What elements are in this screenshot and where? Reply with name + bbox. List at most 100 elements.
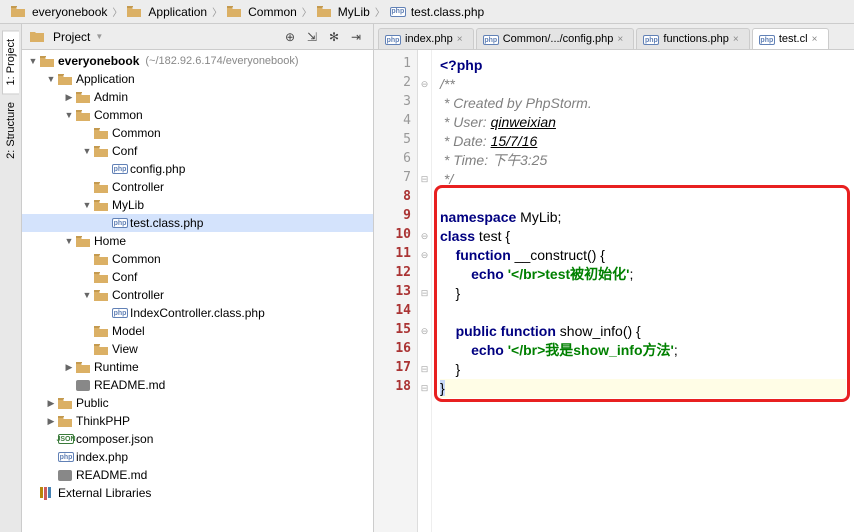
tree-item[interactable]: phpIndexController.class.php <box>22 304 373 322</box>
fold-mark[interactable] <box>418 94 431 113</box>
tree-item[interactable]: ▼Controller <box>22 286 373 304</box>
tree-arrow-icon[interactable]: ▼ <box>28 56 38 66</box>
tree-arrow-icon[interactable]: ▼ <box>64 110 74 120</box>
project-tree[interactable]: ▼everyonebook(~/182.92.6.174/everyoneboo… <box>22 50 373 532</box>
tree-arrow-icon[interactable]: ▼ <box>82 290 92 300</box>
tree-item[interactable]: ▼everyonebook(~/182.92.6.174/everyoneboo… <box>22 52 373 70</box>
tree-item[interactable]: ▼Common <box>22 106 373 124</box>
tree-item[interactable]: ▼Conf <box>22 142 373 160</box>
close-icon[interactable]: × <box>733 34 743 44</box>
code-editor[interactable]: <?php /** * Created by PhpStorm. * User:… <box>432 50 854 532</box>
tree-arrow-icon[interactable]: ▶ <box>64 92 74 102</box>
collapse-all-icon[interactable]: ⇲ <box>307 30 321 44</box>
tree-label: IndexController.class.php <box>130 306 265 320</box>
tree-arrow-icon[interactable]: ▼ <box>82 146 92 156</box>
settings-icon[interactable]: ✻ <box>329 30 343 44</box>
breadcrumb-item[interactable]: Common <box>224 4 300 20</box>
breadcrumb-item[interactable]: MyLib <box>314 4 373 20</box>
tree-item[interactable]: Conf <box>22 268 373 286</box>
php-icon: php <box>643 33 659 46</box>
fold-gutter[interactable]: ⊖⊟⊖⊖⊟⊖⊟⊟ <box>418 50 432 532</box>
line-number: 8 <box>374 189 417 208</box>
tree-item[interactable]: README.md <box>22 466 373 484</box>
fold-mark[interactable] <box>418 208 431 227</box>
tree-item[interactable]: Common <box>22 250 373 268</box>
editor-tab[interactable]: phpindex.php× <box>378 28 474 50</box>
fold-mark[interactable]: ⊟ <box>418 379 431 398</box>
breadcrumb-item[interactable]: everyonebook <box>8 4 110 20</box>
line-number: 14 <box>374 303 417 322</box>
fold-mark[interactable] <box>418 132 431 151</box>
php-icon: php <box>759 33 775 46</box>
lib-icon <box>40 487 54 499</box>
fold-mark[interactable]: ⊖ <box>418 75 431 94</box>
fold-mark[interactable]: ⊟ <box>418 360 431 379</box>
fold-mark[interactable] <box>418 265 431 284</box>
folder-icon <box>94 289 108 301</box>
tree-item[interactable]: ▶Runtime <box>22 358 373 376</box>
tree-item[interactable]: phpconfig.php <box>22 160 373 178</box>
line-number: 13 <box>374 284 417 303</box>
tree-item[interactable]: JSONcomposer.json <box>22 430 373 448</box>
line-number: 3 <box>374 94 417 113</box>
folder-icon <box>76 361 90 373</box>
tree-label: everyonebook <box>58 54 139 68</box>
fold-mark[interactable]: ⊟ <box>418 284 431 303</box>
scroll-from-source-icon[interactable]: ⊕ <box>285 30 299 44</box>
breadcrumb-separator: 〉 <box>300 4 314 19</box>
editor-tab[interactable]: phpfunctions.php× <box>636 28 749 50</box>
line-number: 10 <box>374 227 417 246</box>
tree-item[interactable]: External Libraries <box>22 484 373 502</box>
editor-tabs: phpindex.php×phpCommon/.../config.php×ph… <box>374 24 854 50</box>
tree-item[interactable]: Controller <box>22 178 373 196</box>
close-icon[interactable]: × <box>457 34 467 44</box>
fold-mark[interactable] <box>418 303 431 322</box>
tree-arrow-icon[interactable]: ▼ <box>64 236 74 246</box>
tree-item[interactable]: ▶Admin <box>22 88 373 106</box>
close-icon[interactable]: × <box>812 34 822 44</box>
tab-structure[interactable]: 2: Structure <box>3 94 19 167</box>
fold-mark[interactable]: ⊖ <box>418 246 431 265</box>
tree-arrow-icon[interactable]: ▶ <box>46 398 56 408</box>
tree-item[interactable]: ▼Application <box>22 70 373 88</box>
tree-item[interactable]: ▶ThinkPHP <box>22 412 373 430</box>
breadcrumb-separator: 〉 <box>373 4 387 19</box>
tree-item[interactable]: phpindex.php <box>22 448 373 466</box>
breadcrumb-item[interactable]: Application <box>124 4 210 20</box>
tree-label: config.php <box>130 162 185 176</box>
tree-arrow-icon[interactable]: ▼ <box>46 74 56 84</box>
tab-label: Common/.../config.php <box>503 33 614 45</box>
tree-item[interactable]: ▶Public <box>22 394 373 412</box>
folder-icon <box>76 109 90 121</box>
fold-mark[interactable] <box>418 341 431 360</box>
tree-item[interactable]: Common <box>22 124 373 142</box>
fold-mark[interactable]: ⊟ <box>418 170 431 189</box>
fold-mark[interactable]: ⊖ <box>418 227 431 246</box>
tree-arrow-icon[interactable]: ▶ <box>64 362 74 372</box>
fold-mark[interactable] <box>418 56 431 75</box>
tree-item[interactable]: View <box>22 340 373 358</box>
fold-mark[interactable]: ⊖ <box>418 322 431 341</box>
tree-item[interactable]: ▼MyLib <box>22 196 373 214</box>
project-icon <box>30 31 44 43</box>
breadcrumb-item[interactable]: phptest.class.php <box>387 4 487 20</box>
line-number: 15 <box>374 322 417 341</box>
editor-tab[interactable]: phpCommon/.../config.php× <box>476 28 635 50</box>
folder-icon <box>58 73 72 85</box>
tree-arrow-icon[interactable]: ▶ <box>46 416 56 426</box>
editor-tab[interactable]: phptest.cl× <box>752 28 829 50</box>
tree-arrow-icon[interactable]: ▼ <box>82 200 92 210</box>
fold-mark[interactable] <box>418 113 431 132</box>
line-number: 6 <box>374 151 417 170</box>
dropdown-icon[interactable]: ▼ <box>95 32 103 41</box>
tab-project[interactable]: 1: Project <box>2 30 19 94</box>
editor-body[interactable]: 123456789101112131415161718 ⊖⊟⊖⊖⊟⊖⊟⊟ <?p… <box>374 50 854 532</box>
hide-icon[interactable]: ⇥ <box>351 30 365 44</box>
fold-mark[interactable] <box>418 189 431 208</box>
tree-item[interactable]: README.md <box>22 376 373 394</box>
tree-item[interactable]: ▼Home <box>22 232 373 250</box>
tree-item[interactable]: phptest.class.php <box>22 214 373 232</box>
tree-item[interactable]: Model <box>22 322 373 340</box>
fold-mark[interactable] <box>418 151 431 170</box>
close-icon[interactable]: × <box>617 34 627 44</box>
